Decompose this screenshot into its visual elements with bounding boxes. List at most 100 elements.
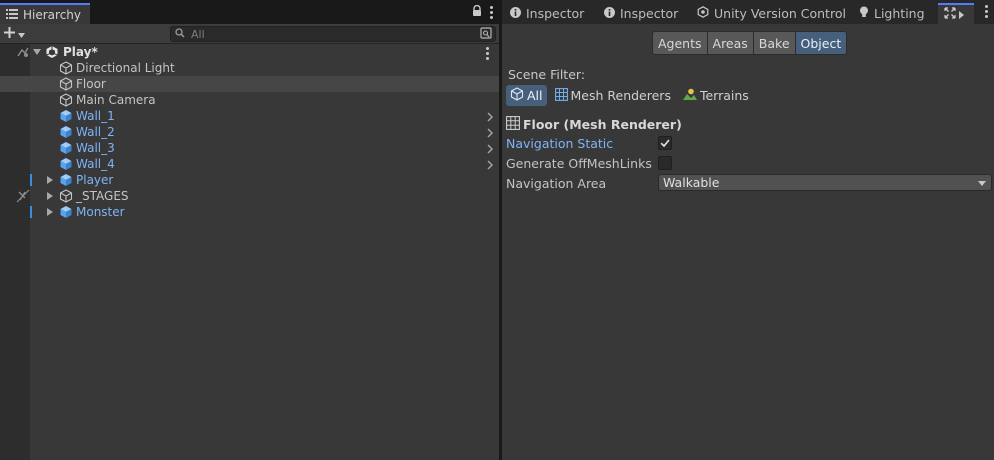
gameobject-cube-icon xyxy=(59,77,73,91)
tree-item-label: Monster xyxy=(76,205,125,219)
tree-row-floor[interactable]: Floor xyxy=(0,76,499,92)
generate-offmeshlinks-label: Generate OffMeshLinks xyxy=(506,155,652,171)
tab-lighting[interactable]: Lighting xyxy=(859,3,925,24)
hierarchy-search-field[interactable]: All xyxy=(170,26,496,42)
segment-agents[interactable]: Agents xyxy=(652,31,708,55)
scene-filter-label: Scene Filter: xyxy=(508,67,586,82)
navigation-area-dropdown[interactable]: Walkable xyxy=(658,174,992,191)
cube-icon xyxy=(510,87,524,104)
generate-offmeshlinks-checkbox[interactable] xyxy=(658,156,672,170)
tree-row-player[interactable]: Player xyxy=(0,172,499,188)
open-prefab-chevron-icon[interactable] xyxy=(487,143,493,157)
tree-item-label: Wall_1 xyxy=(76,109,115,123)
tree-item-label: Main Camera xyxy=(76,93,156,107)
tree-item-label: Floor xyxy=(76,77,106,91)
prefab-cube-icon xyxy=(59,173,73,187)
tree-item-label: Player xyxy=(76,173,114,187)
segment-object[interactable]: Object xyxy=(794,31,848,55)
tab-label: Unity Version Control xyxy=(714,6,846,21)
version-control-icon xyxy=(697,6,709,21)
prefab-cube-icon xyxy=(59,141,73,155)
more-options-icon[interactable] xyxy=(985,5,988,18)
mesh-renderer-icon xyxy=(506,115,520,133)
open-prefab-chevron-icon[interactable] xyxy=(487,127,493,141)
filter-all-button[interactable]: All xyxy=(506,85,547,106)
dropdown-caret-icon xyxy=(978,181,986,186)
mesh-renderer-icon xyxy=(554,87,568,104)
filter-terrains-button[interactable]: Terrains xyxy=(679,85,753,106)
more-options-icon[interactable] xyxy=(490,6,493,19)
tab-inspector-1[interactable]: Inspector xyxy=(510,3,584,24)
generate-offmeshlinks-row: Generate OffMeshLinks xyxy=(506,154,990,172)
search-by-type-icon[interactable] xyxy=(479,27,493,44)
tab-hierarchy[interactable]: Hierarchy xyxy=(0,3,90,24)
tree-row-wall-3[interactable]: Wall_3 xyxy=(0,140,499,156)
scene-more-options-icon[interactable] xyxy=(486,47,489,60)
tab-hierarchy-label: Hierarchy xyxy=(23,7,82,22)
tab-navigation[interactable] xyxy=(938,3,974,24)
scene-name: Play* xyxy=(63,45,98,59)
segment-bake[interactable]: Bake xyxy=(752,31,796,55)
tab-inspector-2[interactable]: Inspector xyxy=(604,3,678,24)
tree-row-monster[interactable]: Monster xyxy=(0,204,499,220)
navigation-static-checkbox[interactable] xyxy=(658,136,672,150)
search-icon xyxy=(175,27,185,41)
filter-terrains-label: Terrains xyxy=(699,88,749,103)
navigation-mode-toolbar: Agents Areas Bake Object xyxy=(652,31,848,55)
open-prefab-chevron-icon[interactable] xyxy=(487,159,493,173)
filter-all-label: All xyxy=(527,88,543,103)
lightbulb-icon xyxy=(859,6,869,21)
gameobject-cube-icon xyxy=(59,61,73,75)
filter-mesh-renderers-label: Mesh Renderers xyxy=(570,88,671,103)
expand-arrow-icon[interactable] xyxy=(47,208,53,216)
info-icon xyxy=(510,6,521,21)
expand-arrow-icon[interactable] xyxy=(47,192,53,200)
tab-unity-version-control[interactable]: Unity Version Control xyxy=(697,3,846,24)
create-dropdown-button[interactable] xyxy=(4,25,25,42)
gameobject-cube-icon xyxy=(59,189,73,203)
filter-mesh-renderers-button[interactable]: Mesh Renderers xyxy=(551,85,675,106)
navigation-area-label: Navigation Area xyxy=(506,175,607,191)
tab-label: Lighting xyxy=(874,6,925,21)
tree-item-label: Wall_2 xyxy=(76,125,115,139)
plus-icon xyxy=(4,26,15,41)
right-tabbar: Inspector Inspector Unity Version Contro… xyxy=(502,0,994,24)
list-icon xyxy=(6,8,18,22)
hierarchy-toolbar: All xyxy=(0,24,499,44)
component-header: Floor (Mesh Renderer) xyxy=(506,115,682,133)
tree-item-label: Directional Light xyxy=(76,61,175,75)
segment-areas[interactable]: Areas xyxy=(706,31,754,55)
lock-icon[interactable] xyxy=(472,4,482,20)
component-header-label: Floor (Mesh Renderer) xyxy=(523,116,682,132)
prefab-cube-icon xyxy=(59,157,73,171)
tab-overflow-arrow-icon[interactable] xyxy=(959,7,964,22)
tree-row-wall-2[interactable]: Wall_2 xyxy=(0,124,499,140)
navigation-static-row: Navigation Static xyxy=(506,134,990,152)
hierarchy-tree: Play* Directional Light Floor Main Camer… xyxy=(0,44,499,460)
gameobject-cube-icon xyxy=(59,93,73,107)
tree-row-wall-1[interactable]: Wall_1 xyxy=(0,108,499,124)
tree-row-wall-4[interactable]: Wall_4 xyxy=(0,156,499,172)
checkmark-icon xyxy=(660,139,670,148)
navigation-static-label: Navigation Static xyxy=(506,135,614,151)
hierarchy-tabbar: Hierarchy xyxy=(0,0,499,24)
tree-row-stages[interactable]: _STAGES xyxy=(0,188,499,204)
expand-arrow-icon[interactable] xyxy=(33,49,41,55)
navigation-icon xyxy=(944,7,956,22)
prefab-cube-icon xyxy=(59,205,73,219)
info-icon xyxy=(604,6,615,21)
navigation-panel: Inspector Inspector Unity Version Contro… xyxy=(502,0,994,460)
scene-filter-group: All Mesh Renderers Terrains xyxy=(506,85,753,106)
prefab-cube-icon xyxy=(59,109,73,123)
tab-label: Inspector xyxy=(620,6,679,21)
tree-row-root[interactable]: Play* xyxy=(0,44,499,60)
tree-row-main-camera[interactable]: Main Camera xyxy=(0,92,499,108)
tree-row-directional-light[interactable]: Directional Light xyxy=(0,60,499,76)
hierarchy-panel: Hierarchy All Play* Directional Light Fl… xyxy=(0,0,499,460)
expand-arrow-icon[interactable] xyxy=(47,176,53,184)
tab-label: Inspector xyxy=(526,6,585,21)
open-prefab-chevron-icon[interactable] xyxy=(487,111,493,125)
caret-down-icon xyxy=(18,27,25,41)
modified-marker xyxy=(30,206,32,218)
tree-item-label: Wall_4 xyxy=(76,157,115,171)
